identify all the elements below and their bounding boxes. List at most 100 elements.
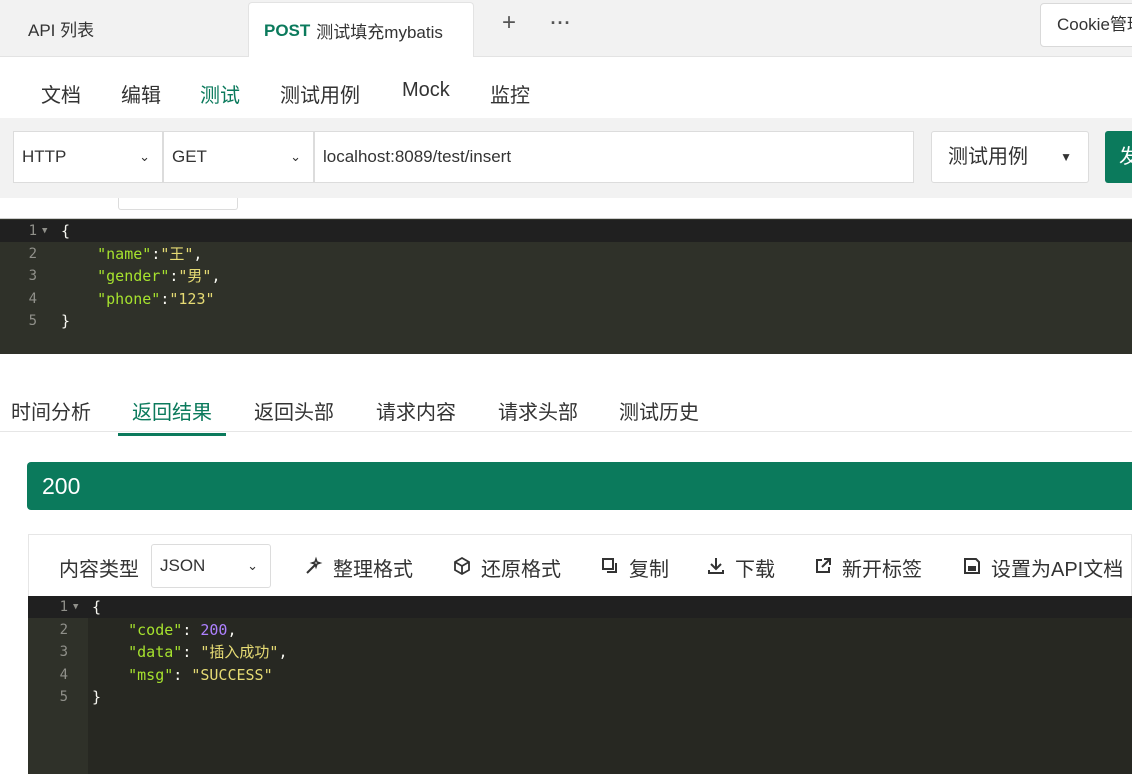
code-token: : — [182, 643, 201, 661]
fold-arrow-icon[interactable]: ▼ — [73, 596, 78, 618]
code-token: "123" — [169, 289, 215, 308]
code-token: } — [92, 688, 102, 706]
code-text: "msg": "SUCCESS" — [92, 664, 273, 686]
line-number: 1 — [59, 599, 68, 615]
code-line: 4 "msg": "SUCCESS" — [28, 664, 1132, 686]
code-text: { — [92, 596, 101, 618]
restore-format-button[interactable]: 还原格式 — [451, 553, 561, 582]
copy-button[interactable]: 复制 — [599, 553, 669, 582]
subnav-monitor[interactable]: 监控 — [490, 79, 530, 118]
new-tab-label: 新开标签 — [842, 559, 922, 581]
cookie-manage-button[interactable]: Cookie管理 — [1040, 3, 1132, 47]
line-number: 4 — [59, 666, 68, 683]
content-type-select[interactable]: JSON ⌄ — [151, 544, 271, 588]
tab-api-list[interactable]: API 列表 — [0, 0, 246, 57]
copy-label: 复制 — [629, 559, 669, 581]
chevron-down-icon: ⌄ — [247, 558, 258, 573]
line-number: 5 — [28, 313, 37, 329]
top-tab-bar: API 列表 POST 测试填充mybatis + ··· Cookie管理 — [0, 0, 1132, 58]
send-button[interactable]: 发送 — [1105, 131, 1132, 183]
chevron-down-icon: ⌄ — [139, 149, 150, 164]
add-tab-icon[interactable]: + — [496, 8, 522, 38]
caret-down-icon: ▼ — [1060, 150, 1072, 164]
subnav-test[interactable]: 测试 — [186, 79, 254, 121]
code-token: "男" — [178, 267, 212, 285]
code-text: "code": 200, — [92, 619, 237, 641]
format-button[interactable]: 整理格式 — [303, 553, 413, 582]
code-text: { — [61, 220, 70, 242]
download-label: 下载 — [735, 559, 775, 581]
response-body-editor[interactable]: 1 ▼{2 "code": 200, 3 "data": "插入成功", 4 "msg… — [28, 596, 1132, 774]
magic-wand-icon — [303, 556, 325, 581]
external-link-icon — [812, 556, 834, 581]
code-token: , — [193, 244, 203, 263]
code-token: "code" — [128, 620, 183, 639]
set-api-doc-button[interactable]: 设置为API文档 — [961, 553, 1123, 582]
subnav-testcase[interactable]: 测试用例 — [280, 79, 360, 118]
code-token: { — [61, 222, 71, 240]
subnav-mock[interactable]: Mock — [402, 79, 450, 112]
request-body-editor[interactable]: 1 ▼ {2 "name":"王", 3 "gender": "男", 4 "phone"… — [0, 218, 1132, 354]
body-tab-edge — [118, 198, 238, 210]
line-number: 1 — [28, 223, 37, 239]
download-button[interactable]: 下载 — [705, 553, 775, 582]
code-token: "gender" — [97, 267, 170, 285]
code-token: "data" — [128, 643, 183, 661]
code-line: 1 ▼ { — [0, 220, 1132, 242]
code-text: "name":"王", — [61, 243, 202, 265]
line-number: 2 — [59, 621, 68, 638]
line-number: 5 — [59, 689, 68, 705]
code-line: 2 "name":"王", — [0, 243, 1132, 265]
code-token: "SUCCESS" — [191, 665, 273, 684]
code-text: } — [61, 310, 70, 332]
tab-request-name: 测试填充mybatis — [316, 23, 443, 42]
line-number: 3 — [28, 268, 37, 284]
subnav-edit[interactable]: 编辑 — [121, 79, 161, 118]
code-token: : — [173, 665, 192, 684]
code-line: 4 "phone":"123" — [0, 288, 1132, 310]
code-token: "插入成功" — [200, 643, 279, 661]
restore-label: 还原格式 — [481, 559, 561, 581]
open-new-tab-button[interactable]: 新开标签 — [812, 553, 922, 582]
tab-response-headers[interactable]: 返回头部 — [254, 396, 334, 425]
cube-icon — [451, 556, 473, 581]
response-toolbar: 内容类型 JSON ⌄ 整理格式 还原格式 复制 下载 新开标签 设置为API文… — [28, 534, 1132, 596]
fold-arrow-icon[interactable]: ▼ — [42, 220, 47, 242]
tab-active-request[interactable]: POST 测试填充mybatis — [248, 2, 474, 58]
format-label: 整理格式 — [333, 559, 413, 581]
line-number: 4 — [28, 290, 37, 307]
save-icon — [961, 556, 983, 581]
testcase-dropdown-button[interactable]: 测试用例 ▼ — [931, 131, 1089, 183]
protocol-value: HTTP — [22, 147, 67, 166]
protocol-select[interactable]: HTTP ⌄ — [13, 131, 163, 183]
set-doc-label: 设置为API文档 — [991, 559, 1124, 581]
code-line: 5} — [28, 686, 1132, 708]
code-token: "phone" — [97, 289, 161, 308]
code-token: : — [151, 244, 161, 263]
result-tabs: 时间分析 返回结果 返回头部 请求内容 请求头部 测试历史 — [0, 386, 1132, 436]
subnav-doc[interactable]: 文档 — [41, 79, 81, 118]
download-icon — [705, 556, 727, 581]
tab-test-history[interactable]: 测试历史 — [619, 396, 699, 425]
code-token: , — [227, 620, 237, 639]
code-line: 5} — [0, 310, 1132, 332]
code-token: 200 — [200, 620, 228, 639]
content-type-label: 内容类型 — [59, 559, 139, 581]
status-code-bar: 200 — [27, 462, 1132, 510]
code-token: , — [278, 643, 288, 661]
tab-request-content[interactable]: 请求内容 — [376, 396, 456, 425]
method-select[interactable]: GET ⌄ — [163, 131, 314, 183]
code-token: , — [211, 267, 221, 285]
tab-request-headers[interactable]: 请求头部 — [498, 396, 578, 425]
url-input[interactable] — [314, 131, 914, 183]
request-bar: HTTP ⌄ GET ⌄ 测试用例 ▼ 发送 — [0, 118, 1132, 198]
tab-response-result[interactable]: 返回结果 — [118, 396, 226, 436]
tab-time-analysis[interactable]: 时间分析 — [11, 396, 91, 425]
more-icon[interactable]: ··· — [548, 8, 574, 38]
